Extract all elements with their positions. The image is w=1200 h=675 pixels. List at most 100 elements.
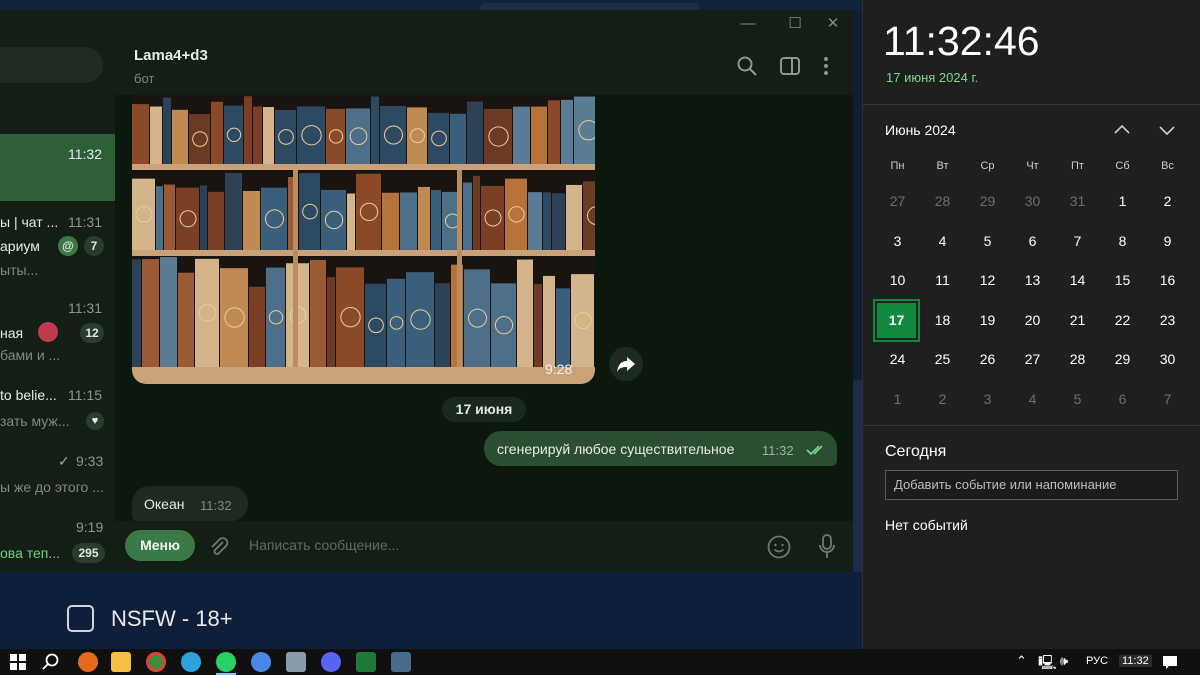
calendar-day[interactable]: 28 <box>1055 340 1100 379</box>
calendar-day[interactable]: 21 <box>1055 301 1100 340</box>
add-event-input[interactable]: Добавить событие или напоминание <box>885 470 1178 500</box>
chat-time: 11:31 <box>68 214 102 230</box>
chevron-up-icon[interactable] <box>1112 120 1132 140</box>
whatsapp-icon[interactable] <box>216 652 236 672</box>
unread-badge: 12 <box>80 323 104 343</box>
calendar-day[interactable]: 27 <box>875 182 920 221</box>
minimize-button[interactable]: — <box>738 14 758 34</box>
calendar-day[interactable]: 18 <box>920 301 965 340</box>
notifications-icon[interactable] <box>1160 652 1180 672</box>
network-icon[interactable]: 🖳 <box>1038 652 1057 675</box>
close-button[interactable]: ✕ <box>823 14 843 34</box>
message-area: 9:28 17 июня сгенерируй любое существите… <box>115 95 853 521</box>
calendar-day[interactable]: 2 <box>1145 182 1190 221</box>
chat-time: 11:15 <box>68 387 102 403</box>
calculator-icon[interactable] <box>286 652 306 672</box>
calendar-day[interactable]: 6 <box>1100 380 1145 419</box>
calendar-day[interactable]: 30 <box>1145 340 1190 379</box>
volume-icon[interactable]: 🕪 <box>1060 653 1068 669</box>
more-menu-icon[interactable] <box>815 55 837 77</box>
calendar-day[interactable]: 10 <box>875 261 920 300</box>
game-icon[interactable] <box>356 652 376 672</box>
microphone-icon[interactable] <box>817 533 837 561</box>
maximize-button[interactable]: ☐ <box>785 14 805 34</box>
forward-button[interactable] <box>609 347 643 381</box>
attach-icon[interactable] <box>207 535 231 559</box>
sidebar-toggle-icon[interactable] <box>779 55 801 77</box>
image-time: 9:28 <box>545 361 573 377</box>
chrome-icon[interactable] <box>146 652 166 672</box>
calendar-day[interactable]: 12 <box>965 261 1010 300</box>
calendar-day[interactable]: 4 <box>1010 380 1055 419</box>
calendar-day[interactable]: 24 <box>875 340 920 379</box>
forward-icon <box>617 357 635 372</box>
calendar-day[interactable]: 22 <box>1100 301 1145 340</box>
calendar-day[interactable]: 20 <box>1010 301 1055 340</box>
calendar-day[interactable]: 9 <box>1145 222 1190 261</box>
calendar-day[interactable]: 5 <box>965 222 1010 261</box>
calendar-day[interactable]: 14 <box>1055 261 1100 300</box>
today-heading: Сегодня <box>885 443 947 460</box>
calendar-day[interactable]: 25 <box>920 340 965 379</box>
calendar-day[interactable]: 5 <box>1055 380 1100 419</box>
calendar-day[interactable]: 3 <box>965 380 1010 419</box>
taskbar-clock[interactable]: 11:32 <box>1119 655 1152 667</box>
calendar-day[interactable]: 7 <box>1145 380 1190 419</box>
nsfw-checkbox[interactable] <box>67 605 94 632</box>
telegram-icon[interactable] <box>181 652 201 672</box>
chat-title: to belie... <box>0 387 57 403</box>
calendar-day[interactable]: 27 <box>1010 340 1055 379</box>
blender-icon[interactable] <box>78 652 98 672</box>
search-icon[interactable] <box>736 55 758 77</box>
calendar-day[interactable]: 19 <box>965 301 1010 340</box>
calendar-day[interactable]: 30 <box>1010 182 1055 221</box>
bookshelf-image[interactable] <box>132 95 595 384</box>
calendar-day[interactable]: 4 <box>920 222 965 261</box>
calendar-day[interactable]: 7 <box>1055 222 1100 261</box>
file-explorer-icon[interactable] <box>111 652 131 672</box>
clock-time: 11:32:46 <box>883 18 1040 64</box>
calendar-day[interactable]: 28 <box>920 182 965 221</box>
chat-title: ная <box>0 325 24 341</box>
windows-start-icon[interactable] <box>8 652 28 672</box>
background-window-top <box>0 0 862 13</box>
message-input[interactable]: Написать сообщение... <box>249 537 399 553</box>
chat-preview: ыты... <box>0 262 39 278</box>
discord-icon[interactable] <box>321 652 341 672</box>
calendar-day[interactable]: 2 <box>920 380 965 419</box>
chat-item-selected[interactable]: 11:32 <box>0 134 115 201</box>
message-composer: Меню Написать сообщение... <box>115 521 853 572</box>
calendar-day[interactable]: 29 <box>965 182 1010 221</box>
chat-title: ы | чат ... <box>0 214 59 230</box>
month-label[interactable]: Июнь 2024 <box>885 122 956 138</box>
bot-menu-button[interactable]: Меню <box>125 530 195 561</box>
calendar-day[interactable]: 3 <box>875 222 920 261</box>
calendar-day[interactable]: 31 <box>1055 182 1100 221</box>
calendar-day[interactable]: 15 <box>1100 261 1145 300</box>
heart-eyes-emoji-icon <box>38 322 58 342</box>
search-icon[interactable] <box>41 652 61 672</box>
chat-subtitle: бот <box>134 71 155 86</box>
emoji-icon[interactable] <box>766 534 792 560</box>
calendar-day[interactable]: 29 <box>1100 340 1145 379</box>
search-input[interactable] <box>0 47 103 83</box>
calendar-day[interactable]: 1 <box>1100 182 1145 221</box>
calendar-day[interactable]: 11 <box>920 261 965 300</box>
calendar-day[interactable]: 6 <box>1010 222 1055 261</box>
chevron-down-icon[interactable] <box>1157 120 1177 140</box>
language-indicator[interactable]: РУС <box>1086 655 1108 667</box>
calendar-day[interactable]: 8 <box>1100 222 1145 261</box>
calendar-day[interactable]: 16 <box>1145 261 1190 300</box>
clock-date[interactable]: 17 июня 2024 г. <box>886 70 978 85</box>
weekday-label: Ср <box>980 160 995 172</box>
calendar-day[interactable]: 13 <box>1010 261 1055 300</box>
photos-icon[interactable] <box>391 652 411 672</box>
chat-title[interactable]: Lama4+d3 <box>134 47 208 64</box>
calendar-day-today[interactable]: 17 <box>873 298 920 342</box>
outgoing-message: сгенерируй любое существительное 11:32 <box>484 431 837 466</box>
browser-icon[interactable] <box>251 652 271 672</box>
chevron-up-icon[interactable]: ⌃ <box>1016 653 1027 669</box>
calendar-day[interactable]: 23 <box>1145 301 1190 340</box>
calendar-day[interactable]: 26 <box>965 340 1010 379</box>
calendar-day[interactable]: 1 <box>875 380 920 419</box>
